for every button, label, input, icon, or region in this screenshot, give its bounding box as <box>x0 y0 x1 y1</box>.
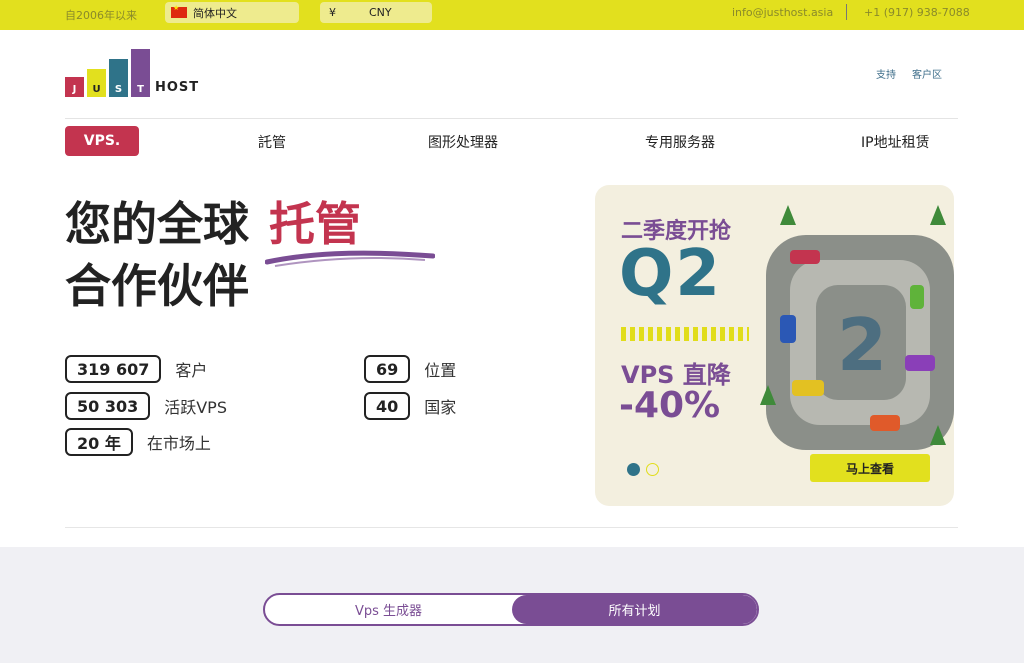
race-track-illustration: 2 <box>760 205 954 450</box>
china-flag-icon <box>171 4 187 18</box>
logo-bar-t: T <box>131 49 150 97</box>
carousel-dots <box>627 463 659 476</box>
all-plans-tab[interactable]: 所有计划 <box>512 595 757 624</box>
banner-stripes <box>621 327 749 341</box>
currency-symbol: ¥ <box>329 6 336 19</box>
currency-label: CNY <box>369 6 392 19</box>
stat-years: 20 年 在市场上 <box>65 428 211 456</box>
stat-value: 319 607 <box>65 355 162 383</box>
brush-underline <box>265 250 435 267</box>
support-link[interactable]: 支持 <box>876 66 896 81</box>
nav-item-dedicated[interactable]: 专用服务器 <box>645 132 715 152</box>
nav-divider <box>65 118 958 119</box>
currency-select[interactable]: ¥ CNY <box>320 2 432 23</box>
nav-item-hosting[interactable]: 託管 <box>258 132 286 152</box>
hero-title-highlight: 托管 <box>269 197 361 251</box>
logo-bar-j: J <box>65 77 84 97</box>
stat-label: 在市场上 <box>146 434 211 453</box>
vps-builder-tab[interactable]: Vps 生成器 <box>265 595 512 624</box>
email-link[interactable]: info@justhost.asia <box>732 6 833 19</box>
banner-cta-button[interactable]: 马上查看 <box>810 454 930 482</box>
stat-locations: 69 位置 <box>364 355 456 383</box>
stat-label: 客户 <box>175 361 208 380</box>
stat-value: 50 303 <box>65 392 151 420</box>
logo-bar-s: S <box>109 59 128 97</box>
stat-countries: 40 国家 <box>364 392 456 420</box>
banner-discount: -40% <box>619 385 721 426</box>
language-select[interactable]: 简体中文 <box>165 2 299 23</box>
logo-bar-u: U <box>87 69 106 97</box>
carousel-dot-2[interactable] <box>646 463 659 476</box>
logo[interactable]: J U S T HOST <box>65 47 198 97</box>
promo-banner[interactable]: 2 二季度开抢 Q2 VPS 直降 -40% 马上查看 <box>595 185 954 506</box>
svg-text:2: 2 <box>837 303 887 387</box>
carousel-dot-1[interactable] <box>627 463 640 476</box>
plans-section: Vps 生成器 所有计划 <box>0 547 1024 663</box>
language-label: 简体中文 <box>193 6 237 20</box>
stat-value: 40 <box>364 392 411 420</box>
plans-toggle: Vps 生成器 所有计划 <box>263 593 759 626</box>
stat-clients: 319 607 客户 <box>65 355 207 383</box>
topbar-divider <box>846 4 847 20</box>
stat-active-vps: 50 303 活跃VPS <box>65 392 227 420</box>
since-text: 自2006年以来 <box>65 9 137 22</box>
nav-item-gpu[interactable]: 图形处理器 <box>428 132 498 152</box>
nav-item-ip-lease[interactable]: IP地址租赁 <box>861 132 930 152</box>
logo-text: HOST <box>155 80 200 95</box>
nav-item-vps[interactable]: VPS. <box>65 126 139 156</box>
phone-link[interactable]: +1 (917) 938-7088 <box>864 6 970 19</box>
stat-label: 活跃VPS <box>164 398 227 417</box>
top-bar: 自2006年以来 简体中文 ¥ CNY info@justhost.asia +… <box>0 0 1024 30</box>
client-area-link[interactable]: 客户区 <box>912 66 942 81</box>
stat-label: 位置 <box>424 361 457 380</box>
hero-divider <box>65 527 958 528</box>
banner-headline: Q2 <box>619 237 722 311</box>
stat-value: 69 <box>364 355 411 383</box>
hero-title-line1: 您的全球 <box>65 197 249 251</box>
stat-value: 20 年 <box>65 428 133 456</box>
stat-label: 国家 <box>424 398 457 417</box>
